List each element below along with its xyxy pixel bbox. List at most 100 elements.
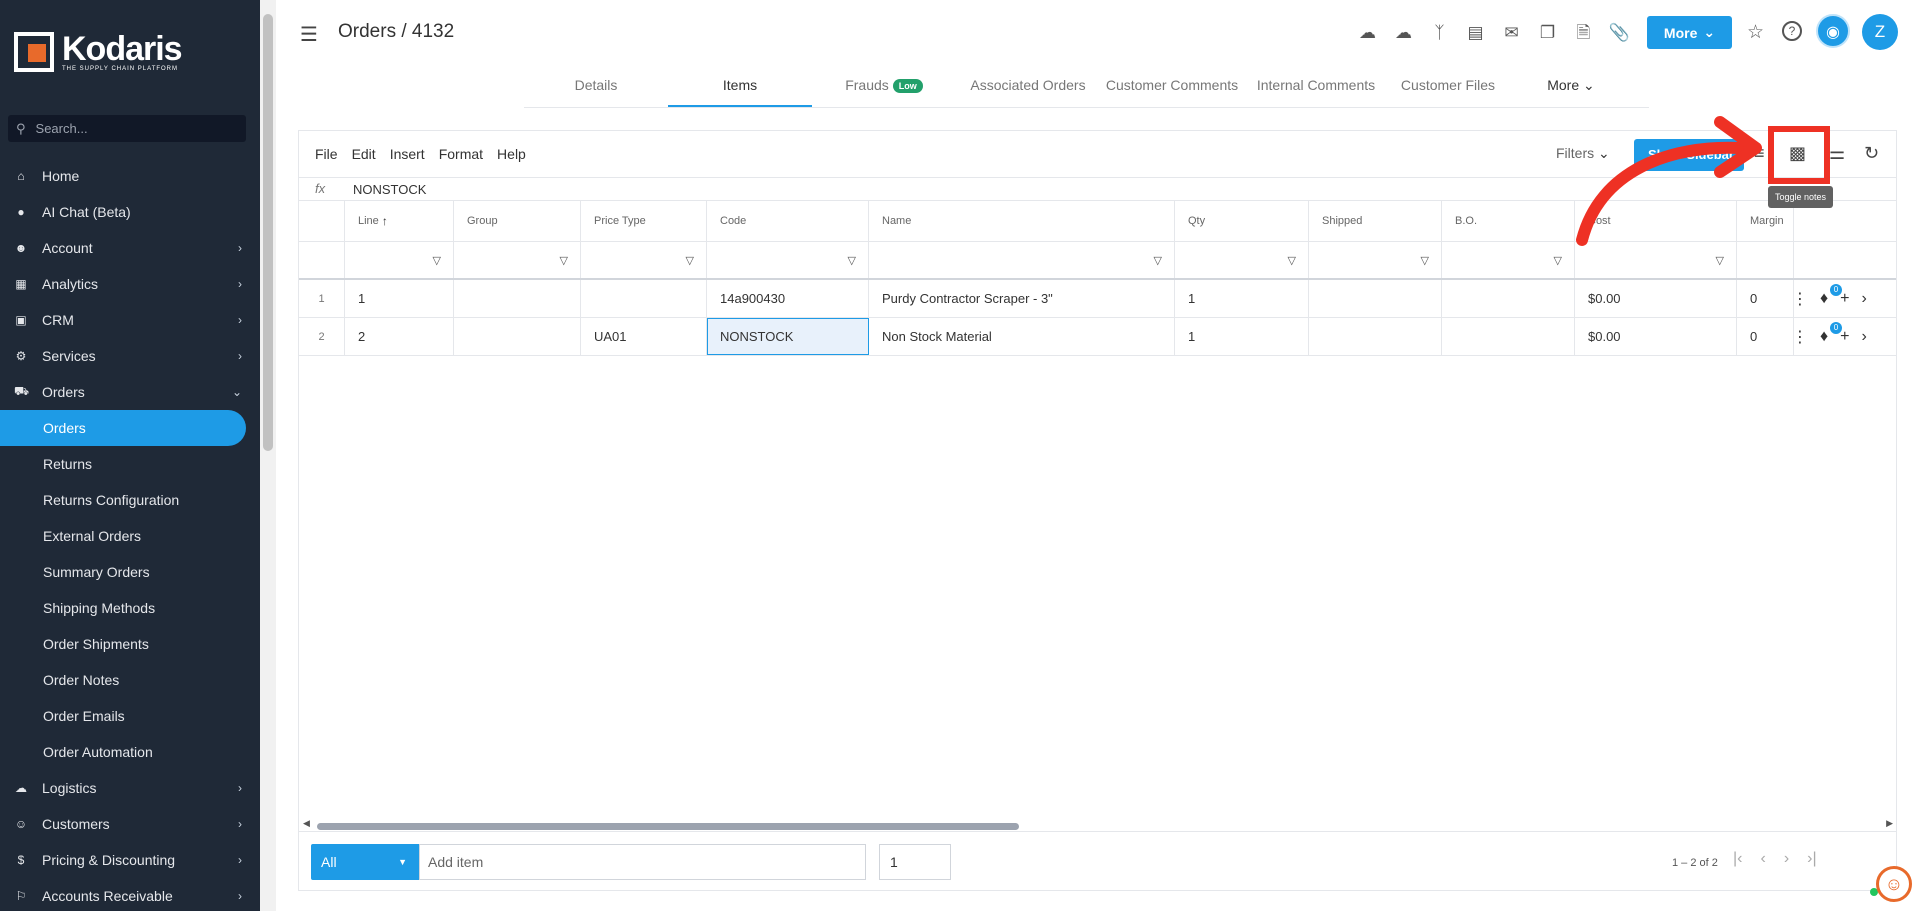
more-actions-button[interactable]: More ⌄: [1647, 16, 1732, 49]
columns-icon[interactable]: ⚌: [1829, 143, 1845, 164]
tab-customer-files[interactable]: Customer Files: [1388, 70, 1508, 107]
sidebar-item-account[interactable]: ☻ Account ›: [0, 230, 260, 266]
sidebar-item-home[interactable]: ⌂ Home: [0, 158, 260, 194]
sidebar-subitem-external-orders[interactable]: External Orders: [0, 518, 260, 554]
menu-icon[interactable]: ☰: [300, 22, 318, 47]
filter-icon[interactable]: ▽: [1716, 254, 1724, 267]
chevron-right-icon[interactable]: ›: [1862, 290, 1867, 308]
merge-icon[interactable]: ᛉ: [1426, 20, 1453, 46]
refresh-icon[interactable]: ↻: [1864, 143, 1879, 164]
cloud-upload-icon[interactable]: ☁: [1354, 20, 1381, 46]
column-header-name[interactable]: Name: [869, 201, 1175, 241]
filter-cell[interactable]: ▽: [1175, 242, 1309, 278]
cell-qty[interactable]: 1: [1175, 318, 1309, 355]
last-page-icon[interactable]: ›|: [1807, 850, 1816, 868]
sidebar-subitem-shipping-methods[interactable]: Shipping Methods: [0, 590, 260, 626]
row-number[interactable]: 1: [299, 280, 345, 317]
filter-icon[interactable]: ▽: [686, 254, 694, 267]
tab-details[interactable]: Details: [524, 70, 668, 107]
tab-items[interactable]: Items: [668, 70, 812, 107]
cell-price-type[interactable]: UA01: [581, 318, 707, 355]
clear-filter-icon[interactable]: ▽: [433, 254, 441, 267]
tab-associated-orders[interactable]: Associated Orders: [956, 70, 1100, 107]
sidebar-subitem-orders[interactable]: Orders: [0, 410, 246, 446]
sidebar-search-input[interactable]: ⚲ Search...: [8, 115, 246, 142]
sidebar-subitem-order-shipments[interactable]: Order Shipments: [0, 626, 260, 662]
cell-group[interactable]: [454, 318, 581, 355]
cell-code-selected[interactable]: NONSTOCK: [707, 318, 869, 355]
quantity-input[interactable]: 1: [879, 844, 951, 880]
email-icon[interactable]: ✉: [1498, 20, 1525, 46]
filter-cell[interactable]: ▽: [345, 242, 454, 278]
sidebar-item-analytics[interactable]: ▦ Analytics ›: [0, 266, 260, 302]
scope-select[interactable]: All ▼: [311, 844, 419, 880]
scroll-right-icon[interactable]: ▶: [1886, 818, 1893, 829]
filter-icon[interactable]: ▽: [1421, 254, 1429, 267]
menu-insert[interactable]: Insert: [390, 146, 425, 162]
cell-bo[interactable]: [1442, 280, 1575, 317]
filter-cell[interactable]: ▽: [707, 242, 869, 278]
add-document-icon[interactable]: 🗎: [1570, 20, 1597, 46]
tab-frauds[interactable]: Frauds Low: [812, 70, 956, 107]
more-vert-icon[interactable]: ⋮: [1792, 327, 1808, 347]
credit-card-icon[interactable]: ▤: [1462, 20, 1489, 46]
cell-cost[interactable]: $0.00: [1575, 280, 1737, 317]
attachment-icon[interactable]: 📎: [1606, 20, 1633, 46]
filter-cell[interactable]: ▽: [454, 242, 581, 278]
scroll-left-icon[interactable]: ◀: [303, 818, 310, 829]
sidebar-item-orders[interactable]: ⛟ Orders ⌄: [0, 374, 260, 410]
tab-internal-comments[interactable]: Internal Comments: [1244, 70, 1388, 107]
sidebar-item-ai-chat[interactable]: ● AI Chat (Beta): [0, 194, 260, 230]
sidebar-subitem-returns[interactable]: Returns: [0, 446, 260, 482]
cell-margin[interactable]: 0: [1737, 318, 1794, 355]
menu-format[interactable]: Format: [439, 146, 483, 162]
table-row[interactable]: 2 2 UA01 NONSTOCK Non Stock Material 1 $…: [299, 318, 1896, 356]
cell-code[interactable]: 14a900430: [707, 280, 869, 317]
cell-name[interactable]: Purdy Contractor Scraper - 3": [869, 280, 1175, 317]
sidebar-item-customers[interactable]: ☺ Customers ›: [0, 806, 260, 842]
cell-shipped[interactable]: [1309, 318, 1442, 355]
cell-group[interactable]: [454, 280, 581, 317]
row-number[interactable]: 2: [299, 318, 345, 355]
horizontal-scrollbar-thumb[interactable]: [317, 823, 1019, 830]
column-header-code[interactable]: Code: [707, 201, 869, 241]
column-header-line[interactable]: Line ↑: [345, 201, 454, 241]
sidebar-subitem-order-emails[interactable]: Order Emails: [0, 698, 260, 734]
filter-cell[interactable]: ▽: [581, 242, 707, 278]
filter-icon[interactable]: ▽: [1154, 254, 1162, 267]
menu-edit[interactable]: Edit: [352, 146, 376, 162]
filter-icon[interactable]: ▽: [1554, 254, 1562, 267]
tab-more[interactable]: More ⌄: [1508, 70, 1634, 107]
sidebar-item-crm[interactable]: ▣ CRM ›: [0, 302, 260, 338]
sidebar-item-logistics[interactable]: ☁ Logistics ›: [0, 770, 260, 806]
sidebar-scrollbar-thumb[interactable]: [263, 14, 273, 451]
table-row[interactable]: 1 1 14a900430 Purdy Contractor Scraper -…: [299, 280, 1896, 318]
first-page-icon[interactable]: |‹: [1733, 850, 1742, 868]
cloud-sync-icon[interactable]: ☁: [1390, 20, 1417, 46]
cell-shipped[interactable]: [1309, 280, 1442, 317]
previous-page-icon[interactable]: ‹: [1760, 850, 1765, 868]
cell-line[interactable]: 2: [345, 318, 454, 355]
next-page-icon[interactable]: ›: [1784, 850, 1789, 868]
chevron-right-icon[interactable]: ›: [1862, 328, 1867, 346]
star-icon[interactable]: ☆: [1747, 21, 1764, 44]
column-header-bo[interactable]: B.O.: [1442, 201, 1575, 241]
cell-margin[interactable]: 0: [1737, 280, 1794, 317]
sidebar-subitem-summary-orders[interactable]: Summary Orders: [0, 554, 260, 590]
support-chat-icon[interactable]: ☺: [1876, 866, 1912, 902]
menu-file[interactable]: File: [315, 146, 338, 162]
cell-qty[interactable]: 1: [1175, 280, 1309, 317]
column-header-shipped[interactable]: Shipped: [1309, 201, 1442, 241]
filter-cell[interactable]: ▽: [1442, 242, 1575, 278]
ai-assistant-icon[interactable]: ◉: [1816, 14, 1850, 48]
column-header-group[interactable]: Group: [454, 201, 581, 241]
sidebar-item-pricing[interactable]: $ Pricing & Discounting ›: [0, 842, 260, 878]
filter-cell[interactable]: ▽: [869, 242, 1175, 278]
add-item-input[interactable]: Add item: [419, 844, 866, 880]
cell-cost[interactable]: $0.00: [1575, 318, 1737, 355]
sidebar-subitem-order-automation[interactable]: Order Automation: [0, 734, 260, 770]
filter-cell[interactable]: ▽: [1309, 242, 1442, 278]
help-icon[interactable]: ?: [1782, 21, 1802, 41]
avatar[interactable]: Z: [1862, 14, 1898, 50]
filter-icon[interactable]: ▽: [848, 254, 856, 267]
